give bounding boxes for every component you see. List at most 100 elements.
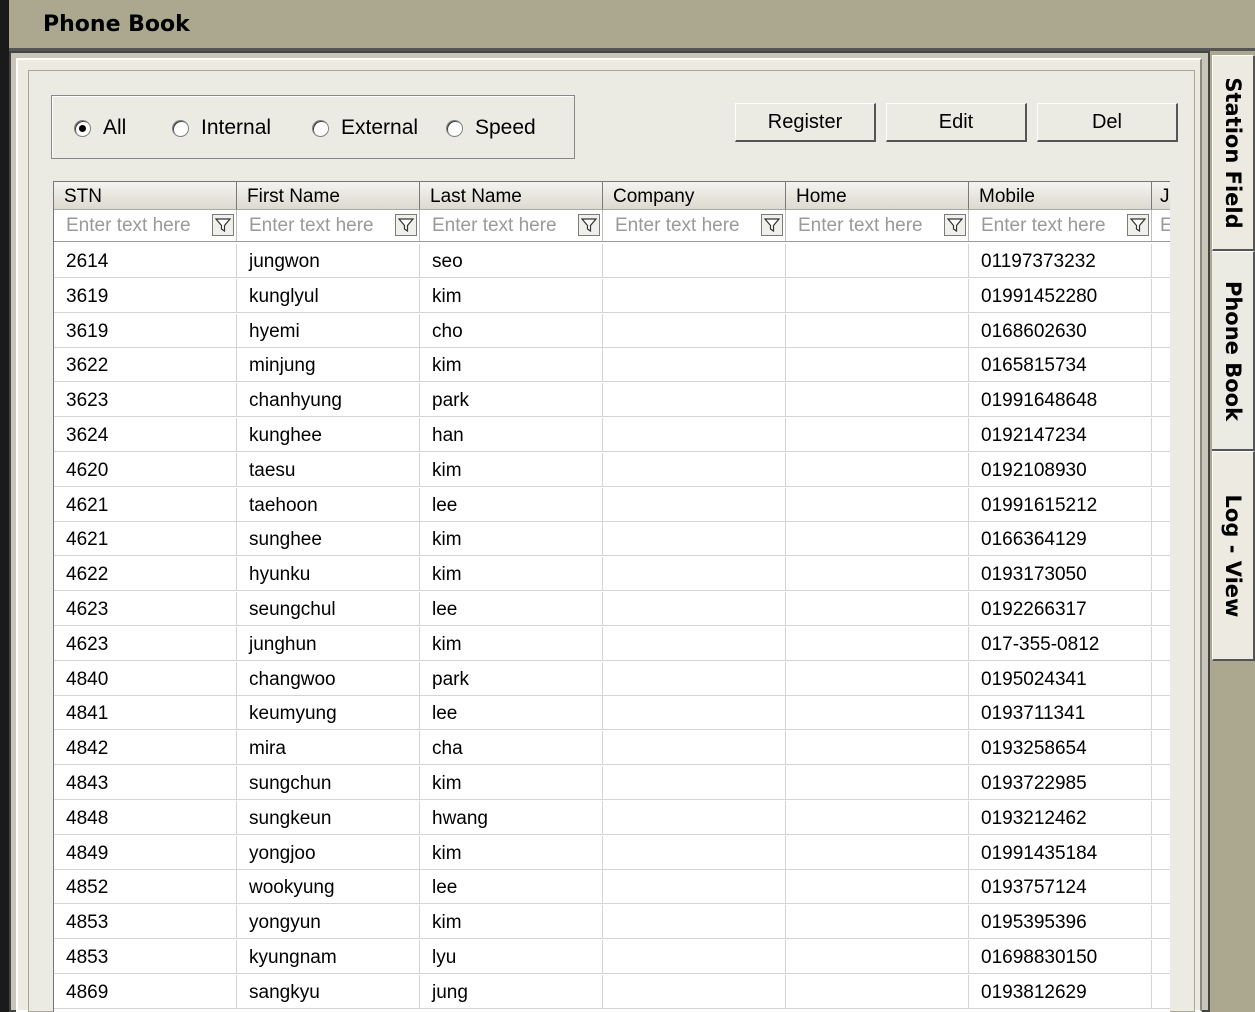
- cell-stn[interactable]: 4621: [54, 522, 237, 557]
- cell-company[interactable]: [603, 487, 786, 522]
- cell-company[interactable]: [603, 661, 786, 696]
- cell-mobile[interactable]: 0193212462: [969, 800, 1152, 835]
- cell-company[interactable]: [603, 974, 786, 1009]
- cell-company[interactable]: [603, 452, 786, 487]
- cell-home[interactable]: [786, 522, 969, 557]
- cell-last-name[interactable]: kim: [420, 835, 603, 870]
- cell-first-name[interactable]: yongyun: [237, 905, 420, 940]
- cell-first-name[interactable]: yongjoo: [237, 835, 420, 870]
- cell-stn[interactable]: 4853: [54, 940, 237, 974]
- cell-home[interactable]: [786, 626, 969, 661]
- radio-internal[interactable]: Internal: [172, 116, 271, 140]
- cell-company[interactable]: [603, 592, 786, 626]
- cell-first-name[interactable]: taesu: [237, 452, 420, 487]
- cell-company[interactable]: [603, 731, 786, 766]
- cell-home[interactable]: [786, 557, 969, 592]
- cell-stn[interactable]: 4841: [54, 696, 237, 731]
- cell-company[interactable]: [603, 522, 786, 557]
- cell-home[interactable]: [786, 766, 969, 800]
- cell-last-name[interactable]: kim: [420, 905, 603, 940]
- cell-job[interactable]: [1152, 592, 1170, 626]
- cell-job[interactable]: [1152, 836, 1170, 870]
- cell-mobile[interactable]: 0192147234: [969, 418, 1152, 452]
- cell-first-name[interactable]: kyungnam: [237, 940, 420, 974]
- cell-last-name[interactable]: cho: [420, 313, 603, 348]
- cell-last-name[interactable]: lee: [420, 870, 603, 905]
- cell-stn[interactable]: 4849: [54, 835, 237, 870]
- cell-company[interactable]: [603, 800, 786, 835]
- cell-first-name[interactable]: minjung: [237, 348, 420, 383]
- table-row[interactable]: 3619 hyemi cho 0168602630: [54, 313, 1170, 348]
- funnel-icon[interactable]: [578, 214, 600, 236]
- cell-first-name[interactable]: sangkyu: [237, 974, 420, 1009]
- table-row[interactable]: 3623 chanhyung park 01991648648: [54, 383, 1170, 418]
- edit-button[interactable]: Edit: [886, 103, 1027, 142]
- cell-last-name[interactable]: lee: [420, 592, 603, 626]
- table-row[interactable]: 4841 keumyung lee 0193711341: [54, 696, 1170, 731]
- cell-job[interactable]: [1152, 662, 1170, 696]
- cell-job[interactable]: [1152, 557, 1170, 592]
- cell-stn[interactable]: 4623: [54, 626, 237, 661]
- cell-stn[interactable]: 2614: [54, 244, 237, 278]
- cell-job[interactable]: [1152, 383, 1170, 418]
- cell-last-name[interactable]: hwang: [420, 800, 603, 835]
- column-header-first-name[interactable]: First Name: [237, 182, 420, 210]
- cell-last-name[interactable]: park: [420, 661, 603, 696]
- cell-job[interactable]: [1152, 731, 1170, 766]
- cell-stn[interactable]: 4620: [54, 452, 237, 487]
- cell-first-name[interactable]: taehoon: [237, 487, 420, 522]
- cell-company[interactable]: [603, 626, 786, 661]
- cell-home[interactable]: [786, 696, 969, 731]
- cell-first-name[interactable]: junghun: [237, 626, 420, 661]
- column-header-company[interactable]: Company: [603, 182, 786, 210]
- table-row[interactable]: 4848 sungkeun hwang 0193212462: [54, 800, 1170, 835]
- cell-last-name[interactable]: park: [420, 383, 603, 418]
- cell-job[interactable]: [1152, 940, 1170, 974]
- cell-home[interactable]: [786, 348, 969, 383]
- cell-job[interactable]: [1152, 870, 1170, 905]
- cell-last-name[interactable]: lee: [420, 487, 603, 522]
- cell-first-name[interactable]: seungchul: [237, 592, 420, 626]
- radio-speed[interactable]: Speed: [446, 116, 536, 140]
- cell-mobile[interactable]: 01197373232: [969, 244, 1152, 278]
- cell-stn[interactable]: 4848: [54, 800, 237, 835]
- filter-home[interactable]: Enter text here: [786, 210, 969, 242]
- cell-company[interactable]: [603, 418, 786, 452]
- cell-first-name[interactable]: hyemi: [237, 313, 420, 348]
- cell-first-name[interactable]: changwoo: [237, 661, 420, 696]
- radio-all[interactable]: All: [74, 116, 126, 140]
- cell-mobile[interactable]: 0193258654: [969, 731, 1152, 766]
- cell-mobile[interactable]: 01991615212: [969, 487, 1152, 522]
- cell-mobile[interactable]: 0166364129: [969, 522, 1152, 557]
- cell-first-name[interactable]: mira: [237, 731, 420, 766]
- radio-external[interactable]: External: [312, 116, 418, 140]
- cell-stn[interactable]: 3623: [54, 383, 237, 418]
- cell-job[interactable]: [1152, 244, 1170, 278]
- filter-first-name[interactable]: Enter text here: [237, 210, 420, 242]
- table-row[interactable]: 4623 seungchul lee 0192266317: [54, 592, 1170, 626]
- cell-job[interactable]: [1152, 522, 1170, 557]
- cell-first-name[interactable]: kunghee: [237, 418, 420, 452]
- cell-stn[interactable]: 4621: [54, 487, 237, 522]
- funnel-icon[interactable]: [944, 214, 966, 236]
- cell-last-name[interactable]: kim: [420, 557, 603, 592]
- table-row[interactable]: 4623 junghun kim 017-355-0812: [54, 626, 1170, 661]
- cell-job[interactable]: [1152, 279, 1170, 313]
- cell-job[interactable]: [1152, 801, 1170, 835]
- column-header-last-name[interactable]: Last Name: [420, 182, 603, 210]
- cell-home[interactable]: [786, 905, 969, 940]
- cell-first-name[interactable]: kunglyul: [237, 278, 420, 313]
- cell-first-name[interactable]: sungchun: [237, 766, 420, 800]
- cell-company[interactable]: [603, 696, 786, 731]
- cell-mobile[interactable]: 0192266317: [969, 592, 1152, 626]
- cell-mobile[interactable]: 01698830150: [969, 940, 1152, 974]
- cell-last-name[interactable]: kim: [420, 348, 603, 383]
- cell-stn[interactable]: 3619: [54, 313, 237, 348]
- cell-home[interactable]: [786, 592, 969, 626]
- cell-stn[interactable]: 4622: [54, 557, 237, 592]
- filter-mobile[interactable]: Enter text here: [969, 210, 1152, 242]
- cell-mobile[interactable]: 0195024341: [969, 661, 1152, 696]
- cell-company[interactable]: [603, 940, 786, 974]
- cell-mobile[interactable]: 01991648648: [969, 383, 1152, 418]
- cell-home[interactable]: [786, 940, 969, 974]
